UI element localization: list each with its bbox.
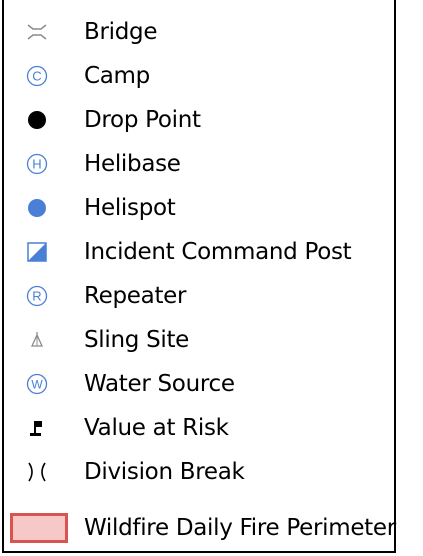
incident-command-post-icon: [22, 237, 52, 267]
legend-item-fire-perimeter: Wildfire Daily Fire Perimeter: [4, 506, 398, 550]
fire-perimeter-swatch: [10, 513, 68, 543]
legend-label: Repeater: [84, 283, 187, 309]
legend-item-helibase: H Helibase: [4, 142, 398, 186]
water-source-icon: W: [22, 369, 52, 399]
camp-icon: C: [22, 61, 52, 91]
legend-label: Helispot: [84, 195, 176, 221]
legend-item-division-break: Division Break: [4, 450, 398, 494]
legend-label: Camp: [84, 63, 150, 89]
legend-item-repeater: R Repeater: [4, 274, 398, 318]
legend-item-value-at-risk: Value at Risk: [4, 406, 398, 450]
legend-item-water-source: W Water Source: [4, 362, 398, 406]
legend-item-camp: C Camp: [4, 54, 398, 98]
legend-label: Incident Command Post: [84, 239, 352, 265]
legend-label: Sling Site: [84, 327, 190, 353]
legend-label: Value at Risk: [84, 415, 229, 441]
svg-text:C: C: [32, 69, 41, 84]
legend-label: Wildfire Daily Fire Perimeter: [84, 515, 396, 541]
map-legend: Bridge C Camp Drop Point H Helibase Heli…: [2, 0, 396, 553]
legend-label: Helibase: [84, 151, 181, 177]
svg-text:W: W: [31, 378, 43, 392]
legend-label: Water Source: [84, 371, 235, 397]
legend-item-incident-command-post: Incident Command Post: [4, 230, 398, 274]
drop-point-icon: [22, 105, 52, 135]
legend-label: Division Break: [84, 459, 245, 485]
legend-item-helispot: Helispot: [4, 186, 398, 230]
repeater-icon: R: [22, 281, 52, 311]
svg-text:R: R: [32, 289, 41, 304]
helibase-icon: H: [22, 149, 52, 179]
legend-item-bridge: Bridge: [4, 10, 398, 54]
helispot-icon: [22, 193, 52, 223]
value-at-risk-icon: [22, 413, 52, 443]
division-break-icon: [22, 457, 52, 487]
bridge-icon: [22, 17, 52, 47]
legend-label: Bridge: [84, 19, 158, 45]
legend-label: Drop Point: [84, 107, 201, 133]
svg-text:H: H: [32, 157, 41, 172]
legend-item-sling-site: Sling Site: [4, 318, 398, 362]
sling-site-icon: [22, 325, 52, 355]
legend-item-drop-point: Drop Point: [4, 98, 398, 142]
